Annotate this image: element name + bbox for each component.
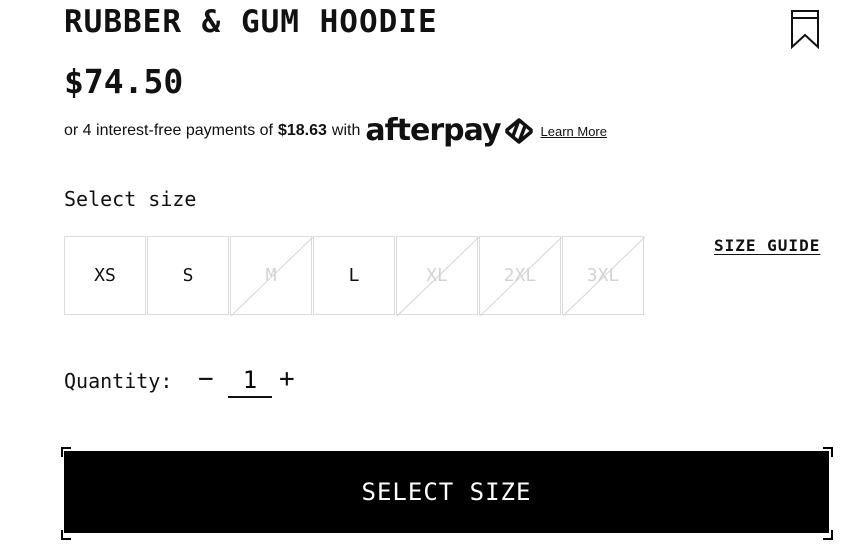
- afterpay-logo: afterpay: [365, 116, 534, 146]
- size-option-xl-unavailable: XL: [396, 236, 479, 316]
- size-guide-link[interactable]: SIZE GUIDE: [714, 236, 820, 255]
- learn-more-link[interactable]: Learn More: [541, 124, 607, 139]
- size-label: XS: [94, 265, 116, 286]
- size-label: L: [348, 265, 360, 286]
- afterpay-prefix: or 4 interest-free payments of: [64, 122, 273, 139]
- select-size-button[interactable]: SELECT SIZE: [64, 451, 829, 533]
- quantity-increase-button[interactable]: +: [279, 364, 295, 394]
- quantity-decrease-button[interactable]: −: [198, 364, 214, 394]
- bookmark-icon[interactable]: [790, 9, 820, 50]
- size-option-2xl-unavailable: 2XL: [479, 236, 562, 316]
- size-option-xs[interactable]: XS: [64, 236, 146, 315]
- product-price: $74.50: [64, 62, 184, 101]
- size-option-l[interactable]: L: [313, 236, 395, 315]
- afterpay-with: with: [331, 122, 361, 139]
- size-option-s[interactable]: S: [147, 236, 229, 315]
- size-label: S: [182, 265, 194, 286]
- size-selector: XS S M L XL 2XL 3XL: [64, 236, 645, 316]
- afterpay-brand: afterpay: [365, 113, 501, 148]
- unavailable-slash: [397, 237, 479, 316]
- size-option-m-unavailable: M: [230, 236, 313, 316]
- quantity-input[interactable]: [228, 364, 272, 398]
- unavailable-slash: [231, 237, 313, 316]
- size-option-3xl-unavailable: 3XL: [562, 236, 645, 316]
- afterpay-arrows-icon: [504, 118, 533, 144]
- quantity-label: Quantity:: [64, 369, 173, 393]
- unavailable-slash: [563, 237, 645, 316]
- afterpay-installments: or 4 interest-free payments of $18.63 wi…: [64, 113, 607, 149]
- product-title: RUBBER & GUM HOODIE: [64, 4, 438, 40]
- select-size-label: Select size: [64, 187, 197, 211]
- unavailable-slash: [480, 237, 562, 316]
- afterpay-amount: $18.63: [277, 122, 327, 139]
